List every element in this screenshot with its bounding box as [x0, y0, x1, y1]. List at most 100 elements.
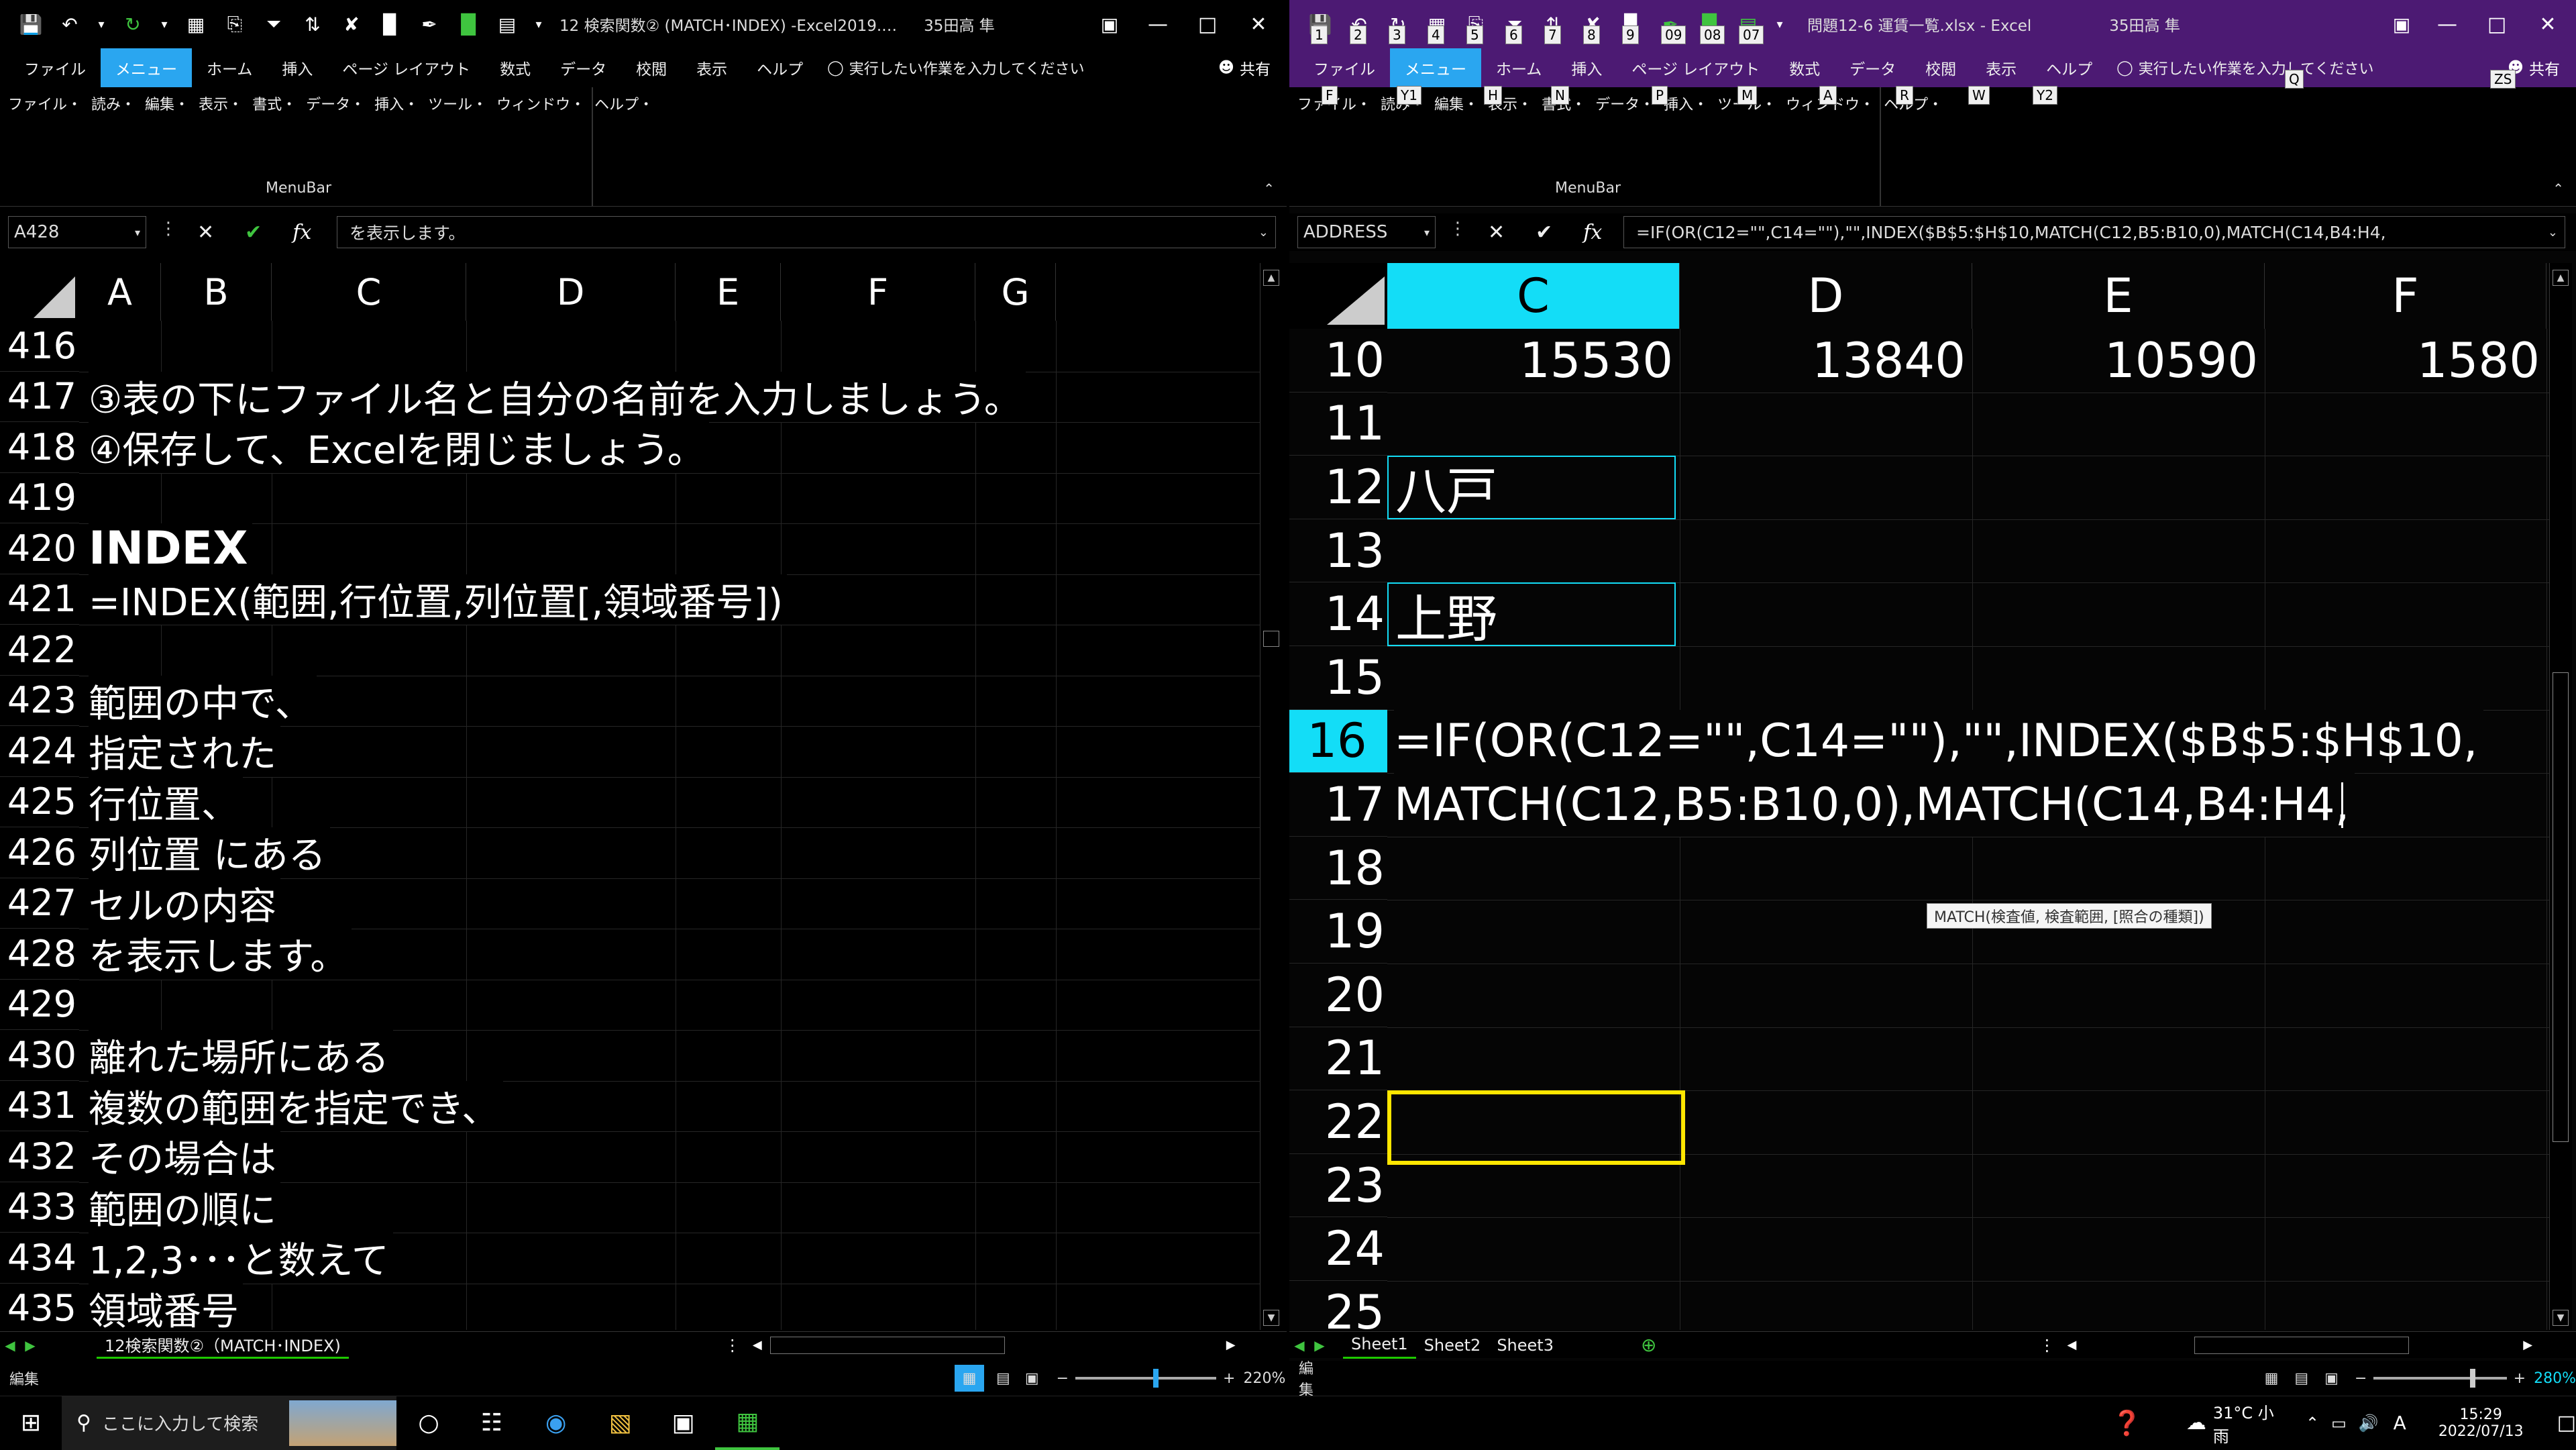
row-header-15[interactable]: 15	[1289, 646, 1387, 710]
cell-a418[interactable]: ④保存して、Excelを閉じましょう。	[89, 422, 709, 473]
menu-window[interactable]: ウィンドウ・	[496, 93, 585, 114]
select-all-icon[interactable]	[34, 276, 75, 318]
row-header-10[interactable]: 10	[1289, 329, 1387, 393]
expand-formula-icon[interactable]: ⌄	[2548, 225, 2558, 240]
tab-home[interactable]: ホーム	[1481, 48, 1556, 87]
sheet-tab-sheet1[interactable]: Sheet1	[1343, 1332, 1416, 1359]
hscroll-left-icon[interactable]: ◀	[2067, 1338, 2076, 1352]
menu-data[interactable]: データ・	[1595, 93, 1654, 114]
row-header-429[interactable]: 429	[0, 980, 79, 1030]
edge-browser-icon[interactable]: ◉	[523, 1396, 590, 1450]
formula-bar-grip-icon[interactable]: ⋮	[1449, 219, 1466, 239]
row-header-18[interactable]: 18	[1289, 837, 1387, 900]
menu-read[interactable]: 読み・	[91, 93, 136, 114]
row-header-14[interactable]: 14	[1289, 582, 1387, 646]
normal-view-icon[interactable]: ▦	[955, 1365, 985, 1392]
help-icon[interactable]: ❓	[2101, 1396, 2153, 1450]
tab-data[interactable]: データ	[1835, 48, 1911, 87]
row-header-418[interactable]: 418	[0, 422, 79, 473]
cell-a433[interactable]: 範囲の順に	[89, 1182, 280, 1233]
collapse-ribbon-icon[interactable]: ⌃	[2553, 180, 2564, 197]
scroll-up-icon[interactable]: ▲	[1263, 270, 1279, 286]
cell-a434[interactable]: 1,2,3･･･と数えて	[89, 1233, 393, 1284]
sheet-tab-active[interactable]: 12検索関数②（MATCH･INDEX)	[97, 1332, 349, 1359]
tab-insert[interactable]: 挿入	[1556, 48, 1617, 87]
tab-file[interactable]: ファイル	[9, 48, 101, 87]
left-user-name[interactable]: 35田高 隼	[924, 13, 995, 36]
column-header-d[interactable]: D	[1680, 263, 1972, 329]
active-cell-c22[interactable]	[1387, 1090, 1685, 1165]
row-header-420[interactable]: 420	[0, 523, 79, 574]
filter-icon[interactable]: ⏷ 6	[1499, 8, 1531, 44]
menu-insert[interactable]: 挿入・	[1664, 93, 1708, 114]
menu-edit[interactable]: 編集・	[1434, 93, 1479, 114]
sheet-prev-icon[interactable]: ◀	[1289, 1337, 1309, 1353]
menu-edit[interactable]: 編集・	[145, 93, 189, 114]
row-header-24[interactable]: 24	[1289, 1217, 1387, 1281]
cell-c14[interactable]: 上野	[1387, 582, 1676, 649]
restore-button[interactable]: □	[2470, 0, 2524, 48]
row-header-21[interactable]: 21	[1289, 1027, 1387, 1091]
row-header-25[interactable]: 25	[1289, 1281, 1387, 1330]
row-header-416[interactable]: 416	[0, 321, 79, 372]
tab-insert[interactable]: 挿入	[267, 48, 327, 87]
page-break-view-icon[interactable]: ▣	[2324, 1370, 2339, 1387]
weather-cloud-icon[interactable]: ☁	[2186, 1396, 2206, 1450]
zoom-level[interactable]: 220%	[1243, 1370, 1285, 1387]
chart-icon[interactable]: ▉ 9	[1615, 8, 1648, 44]
copy-format-icon[interactable]: ⎘	[219, 8, 251, 40]
tab-review[interactable]: 校閲	[621, 48, 682, 87]
ime-indicator[interactable]: A	[2394, 1412, 2406, 1434]
zoom-slider-knob[interactable]	[2470, 1369, 2476, 1388]
cell-a432[interactable]: その場合は	[89, 1131, 280, 1182]
column-header-a[interactable]: A	[79, 263, 161, 321]
column-header-f[interactable]: F	[781, 263, 975, 321]
column-header-f[interactable]: F	[2265, 263, 2546, 329]
cell-a423[interactable]: 範囲の中で、	[89, 675, 317, 726]
clock[interactable]: 15:29 2022/07/13	[2438, 1406, 2524, 1440]
row-header-431[interactable]: 431	[0, 1081, 79, 1131]
name-box[interactable]: A428 ▾	[8, 216, 146, 248]
cell-a435[interactable]: 領域番号	[89, 1283, 243, 1330]
right-vertical-scrollbar[interactable]: ▲ ▼	[2549, 263, 2572, 1330]
row-header-426[interactable]: 426	[0, 827, 79, 878]
column-header-e[interactable]: E	[1972, 263, 2265, 329]
cell-a420[interactable]: INDEX	[89, 522, 252, 575]
cell-a417[interactable]: ③表の下にファイル名と自分の名前を入力しましょう。	[89, 371, 1026, 422]
row-header-17[interactable]: 17	[1289, 773, 1387, 837]
page-layout-view-icon[interactable]: ▤	[996, 1370, 1010, 1387]
row-header-13[interactable]: 13	[1289, 519, 1387, 583]
form-icon[interactable]: ▤ 07	[1732, 8, 1764, 44]
row-header-432[interactable]: 432	[0, 1131, 79, 1182]
redo-dropdown-icon[interactable]: ▾	[156, 8, 173, 40]
menu-help[interactable]: ヘルプ・	[1884, 93, 1943, 114]
cell-a425[interactable]: 行位置、	[89, 776, 243, 827]
form-icon[interactable]: ▤	[491, 8, 523, 40]
right-user-name[interactable]: 35田高 隼	[2109, 13, 2180, 36]
column-header-g[interactable]: G	[975, 263, 1056, 321]
cancel-entry-icon[interactable]: ✕	[197, 221, 214, 244]
cell-c12[interactable]: 八戸	[1387, 456, 1676, 521]
sheet-prev-icon[interactable]: ◀	[0, 1337, 20, 1353]
hscroll-right-icon[interactable]: ▶	[1226, 1338, 1236, 1352]
formula-bar-grip-icon[interactable]: ⋮	[160, 219, 177, 239]
scroll-down-icon[interactable]: ▼	[2553, 1310, 2569, 1326]
print-preview-icon[interactable]: ▦	[180, 8, 212, 40]
zoom-in-icon[interactable]: +	[1223, 1370, 1235, 1387]
tab-help[interactable]: ヘルプ	[2031, 48, 2107, 87]
cortana-icon[interactable]: ○	[396, 1396, 461, 1450]
row-header-417[interactable]: 417	[0, 372, 79, 422]
network-icon[interactable]: ▭	[2331, 1396, 2347, 1450]
column-header-c[interactable]: C	[272, 263, 466, 321]
tab-menu[interactable]: メニュー	[1390, 48, 1481, 87]
cell-e10[interactable]: 10590	[1972, 329, 2258, 393]
undo-icon[interactable]: ↶ 2	[1343, 8, 1375, 44]
menu-view[interactable]: 表示・	[199, 93, 243, 114]
collapse-ribbon-icon[interactable]: ⌃	[1263, 180, 1275, 197]
file-explorer-icon[interactable]: ▧	[590, 1396, 651, 1450]
hscroll-left-icon[interactable]: ◀	[753, 1338, 762, 1352]
taskbar-search-box[interactable]: ⚲ ここに入力して検索	[61, 1396, 397, 1450]
row-header-424[interactable]: 424	[0, 726, 79, 777]
cell-c16[interactable]: =IF(OR(C12="",C14=""),"",INDEX($B$5:$H$1…	[1394, 709, 2483, 774]
cell-a430[interactable]: 離れた場所にある	[89, 1030, 393, 1081]
